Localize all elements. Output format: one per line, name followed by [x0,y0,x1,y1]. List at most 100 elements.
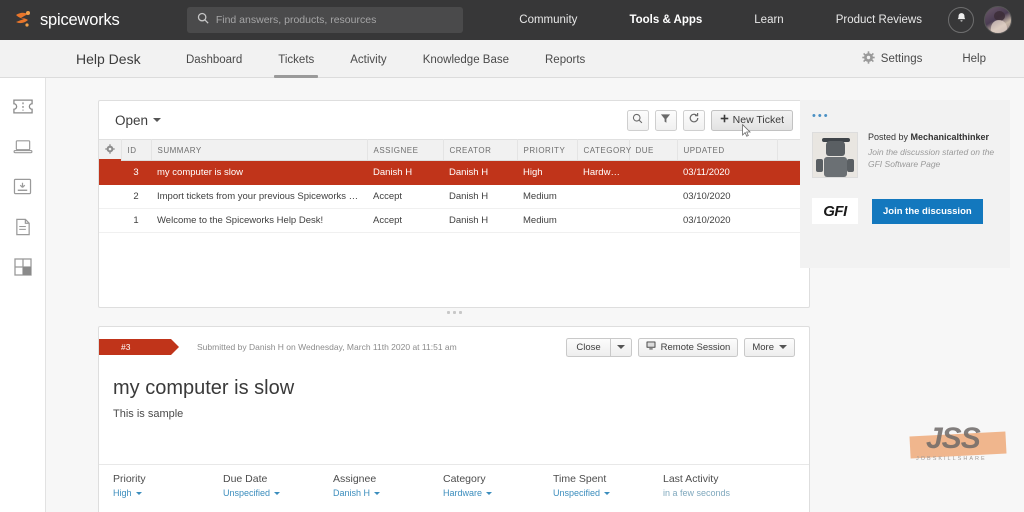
inbox-icon [13,178,32,200]
sidebar-post-text: Posted by Mechanicalthinker Join the dis… [868,132,998,178]
tab-knowledge-base[interactable]: Knowledge Base [405,42,527,78]
monitor-icon [646,341,656,353]
ticket-list-panel: Open New Ticket ID SUMMARY ASSIGNEE CREA… [98,100,810,314]
gear-icon [105,144,115,156]
column-header-assignee[interactable]: ASSIGNEE [367,139,444,161]
ticket-refresh-button[interactable] [682,109,705,131]
cell-assignee-accept-link[interactable]: Accept [367,208,443,233]
filter-icon [660,111,671,129]
new-ticket-button[interactable]: New Ticket [710,109,793,137]
tab-activity[interactable]: Activity [332,42,404,78]
helpdesk-tabs: Dashboard Tickets Activity Knowledge Bas… [168,40,603,78]
close-ticket-split-button: Close [566,337,632,357]
column-header-id[interactable]: ID [121,139,152,161]
row-select-cell[interactable] [99,184,121,209]
sidebar-menu-dots[interactable]: ••• [812,111,998,122]
spiceworks-logo-icon [12,9,34,31]
ticket-detail-panel: #3 Submitted by Danish H on Wednesday, M… [98,326,810,512]
panel-resize-handle[interactable] [99,307,809,317]
chevron-down-icon [135,491,142,495]
helpdesk-subnav: Help Desk Dashboard Tickets Activity Kno… [0,40,1024,78]
cell-priority: Medium [517,208,577,233]
status-filter-dropdown[interactable]: Open [115,113,162,128]
cell-category [577,184,629,209]
column-header-creator[interactable]: CREATOR [443,139,518,161]
ticket-icon [12,99,33,119]
chevron-down-icon [616,345,625,349]
spiceworks-logo[interactable]: spiceworks [12,9,163,31]
meta-value-assignee[interactable]: Danish H [333,488,443,498]
drag-dot [446,310,450,314]
laptop-icon [13,139,33,160]
column-header-category[interactable]: CATEGORY [577,139,631,161]
chevron-down-icon [604,491,611,495]
rail-item-devices[interactable] [8,136,38,162]
close-ticket-dropdown[interactable] [609,337,632,357]
column-header-due[interactable]: DUE [629,139,678,161]
remote-session-button[interactable]: Remote Session [637,337,739,357]
ticket-submitted-info: Submitted by Danish H on Wednesday, Marc… [197,342,457,352]
more-actions-button[interactable]: More [744,337,795,357]
ticket-list-toolbar: Open New Ticket [99,101,809,139]
avatar[interactable] [984,6,1012,34]
page-title: Help Desk [76,50,141,67]
meta-value-category[interactable]: Hardware [443,488,553,498]
table-row[interactable]: 1 Welcome to the Spiceworks Help Desk! A… [99,208,809,233]
meta-value-text: Unspecified [223,488,271,498]
tab-reports[interactable]: Reports [527,42,603,78]
meta-label: Category [443,473,486,485]
meta-value-text: Hardware [443,488,483,498]
tab-dashboard[interactable]: Dashboard [168,42,260,78]
meta-value-last-activity: in a few seconds [663,488,731,498]
grid-icon [13,257,32,281]
meta-value-due-date[interactable]: Unspecified [223,488,333,498]
join-discussion-button[interactable]: Join the discussion [872,198,983,224]
ticket-filter-button[interactable] [654,109,677,131]
column-header-priority[interactable]: PRIORITY [517,139,578,161]
settings-button[interactable]: Settings [842,50,943,67]
column-settings-button[interactable] [99,139,122,162]
cell-creator: Danish H [443,208,517,233]
mouse-cursor-icon [741,123,751,137]
ticket-number-badge: #3 [99,339,179,355]
ticket-description: This is sample [113,408,184,420]
row-select-cell[interactable] [99,160,121,185]
rail-item-apps[interactable] [8,256,38,282]
nav-tools-apps[interactable]: Tools & Apps [603,14,728,26]
search-input[interactable] [215,14,454,26]
post-author-avatar [812,132,858,178]
help-button[interactable]: Help [942,53,1006,65]
meta-value-time-spent[interactable]: Unspecified [553,488,663,498]
row-select-cell[interactable] [99,208,121,233]
nav-product-reviews[interactable]: Product Reviews [810,14,948,26]
ticket-detail-toolbar: #3 Submitted by Danish H on Wednesday, M… [99,327,809,367]
ticket-search-button[interactable] [626,109,649,131]
chevron-down-icon [486,491,493,495]
nav-community[interactable]: Community [493,14,603,26]
meta-field-due-date: Due Date Unspecified [223,473,333,512]
close-ticket-button[interactable]: Close [566,337,610,357]
meta-value-text: Danish H [333,488,371,498]
meta-value-priority[interactable]: High [113,488,223,498]
column-header-summary[interactable]: SUMMARY [151,139,368,161]
rail-item-inventory[interactable] [8,176,38,202]
nav-learn[interactable]: Learn [728,14,809,26]
notifications-button[interactable] [948,7,974,33]
rail-item-tickets[interactable] [8,96,38,122]
gear-icon [862,50,875,67]
sponsored-sidebar-panel: ••• Posted by Mechanicalthinker Join the… [800,100,1010,268]
left-icon-rail [0,78,46,512]
column-header-updated[interactable]: UPDATED [677,139,778,161]
cell-due [629,208,677,233]
plus-icon [720,114,729,126]
ticket-meta-fields: Priority High Due Date Unspecified Assig… [99,464,809,512]
chevron-down-icon [374,491,381,495]
meta-label: Priority [113,473,146,485]
tab-tickets[interactable]: Tickets [260,42,332,78]
table-row[interactable]: 3 my computer is slow Danish H Danish H … [99,160,809,185]
chevron-down-icon [274,491,281,495]
rail-item-documents[interactable] [8,216,38,242]
table-row[interactable]: 2 Import tickets from your previous Spic… [99,184,809,209]
cell-assignee-accept-link[interactable]: Accept [367,184,443,209]
global-search[interactable] [186,7,464,33]
